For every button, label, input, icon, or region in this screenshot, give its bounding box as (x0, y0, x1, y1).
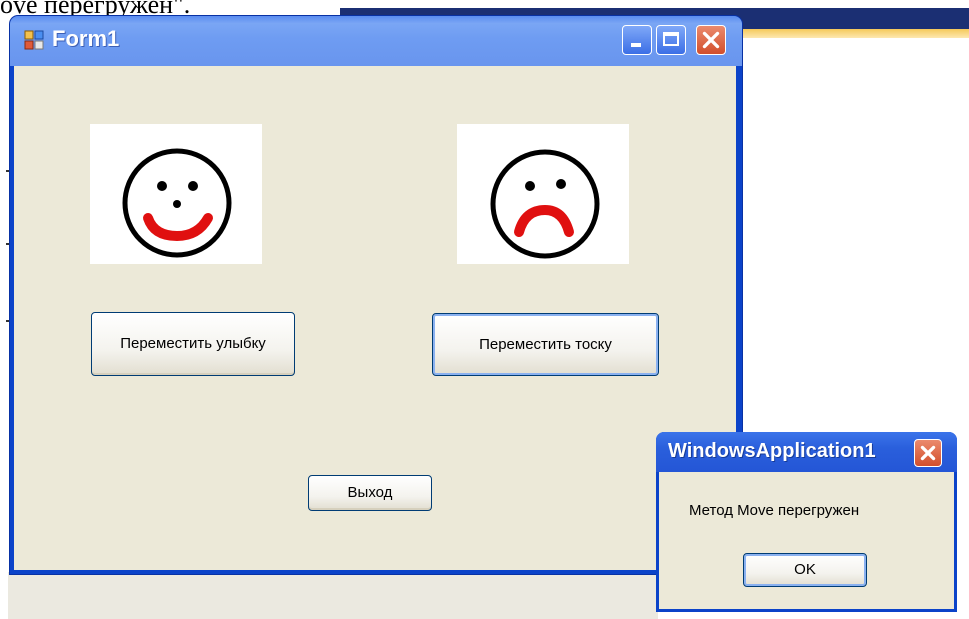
smile-picturebox (90, 124, 262, 264)
message-box-title: WindowsApplication1 (668, 440, 876, 462)
message-box-titlebar[interactable]: WindowsApplication1 (656, 432, 957, 472)
form1-client-area: Переместить улыбку Переместить тоску Вых… (14, 66, 736, 570)
maximize-icon (663, 32, 679, 46)
exit-button[interactable]: Выход (308, 475, 432, 511)
sad-face-icon (490, 149, 600, 259)
form-app-icon[interactable] (24, 30, 44, 50)
ok-button[interactable]: OK (743, 553, 867, 587)
minimize-icon (631, 43, 641, 47)
move-smile-button[interactable]: Переместить улыбку (91, 312, 295, 376)
form1-title: Form1 (52, 26, 120, 51)
message-box-client-area: Метод Move перегружен OK (659, 472, 954, 609)
message-box-close-button[interactable] (914, 439, 942, 467)
background-window-strip (8, 572, 658, 619)
maximize-button[interactable] (656, 25, 686, 55)
message-box-window[interactable]: WindowsApplication1 Метод Move перегруже… (656, 432, 957, 612)
close-icon (702, 31, 720, 49)
minimize-button[interactable] (622, 25, 652, 55)
smiley-face-icon (122, 148, 232, 258)
message-text: Метод Move перегружен (689, 502, 860, 519)
sad-picturebox (457, 124, 629, 264)
close-button[interactable] (696, 25, 726, 55)
move-sad-button[interactable]: Переместить тоску (432, 313, 659, 376)
form1-window[interactable]: Form1 Переместить улыбку Переместить тос… (10, 16, 742, 574)
form1-titlebar[interactable]: Form1 (10, 16, 742, 66)
close-icon (920, 445, 936, 461)
